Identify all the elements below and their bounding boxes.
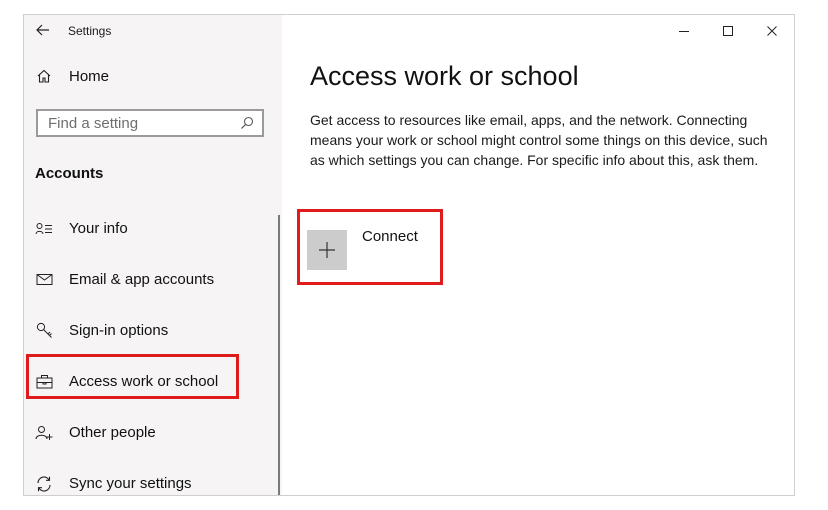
accounts-nav-list: Your info Email & app accounts Sign-in o… [24, 203, 282, 495]
sidebar-item-label: Sign-in options [69, 322, 169, 339]
key-icon [34, 321, 54, 341]
close-button[interactable] [750, 15, 794, 47]
sync-icon [34, 474, 54, 494]
connect-label: Connect [362, 228, 418, 245]
connect-button[interactable]: Connect [307, 226, 427, 274]
sidebar-item-label: Access work or school [69, 373, 219, 390]
sidebar-item-label: Sync your settings [69, 475, 192, 492]
window-controls [662, 15, 794, 47]
briefcase-icon [34, 372, 54, 392]
section-header-accounts: Accounts [35, 165, 104, 182]
sidebar-item-email-app-accounts[interactable]: Email & app accounts [24, 254, 282, 305]
add-person-icon [34, 423, 54, 443]
sidebar-item-your-info[interactable]: Your info [24, 203, 282, 254]
maximize-icon [723, 26, 733, 36]
search-box[interactable] [36, 109, 264, 137]
sidebar-item-access-work-or-school[interactable]: Access work or school [24, 356, 282, 407]
sidebar-item-label: Other people [69, 424, 156, 441]
settings-window: Settings Home Accounts [23, 14, 795, 496]
sidebar-scrollbar[interactable] [278, 215, 280, 495]
minimize-icon [679, 31, 689, 32]
main-content: Access work or school Get access to reso… [282, 15, 794, 495]
sidebar-item-label: Email & app accounts [69, 271, 215, 288]
page-title: Access work or school [310, 61, 579, 91]
sidebar-item-sign-in-options[interactable]: Sign-in options [24, 305, 282, 356]
back-button[interactable] [32, 19, 54, 41]
titlebar-left: Settings [24, 15, 282, 47]
maximize-button[interactable] [706, 15, 750, 47]
sidebar-item-other-people[interactable]: Other people [24, 407, 282, 458]
sidebar-item-label: Your info [69, 220, 128, 237]
window-title: Settings [68, 24, 112, 38]
mail-icon [34, 270, 54, 290]
minimize-button[interactable] [662, 15, 706, 47]
nav-home-label: Home [69, 67, 110, 85]
search-input[interactable] [38, 111, 238, 135]
search-icon [241, 116, 254, 129]
sidebar-item-sync-your-settings[interactable]: Sync your settings [24, 458, 282, 495]
contact-info-icon [34, 219, 54, 239]
back-arrow-icon [36, 24, 49, 36]
page-description: Get access to resources like email, apps… [310, 112, 768, 168]
close-icon [767, 26, 777, 36]
nav-home[interactable]: Home [24, 59, 282, 93]
sidebar: Settings Home Accounts [24, 15, 282, 495]
home-icon [34, 66, 54, 86]
add-icon [307, 230, 347, 270]
